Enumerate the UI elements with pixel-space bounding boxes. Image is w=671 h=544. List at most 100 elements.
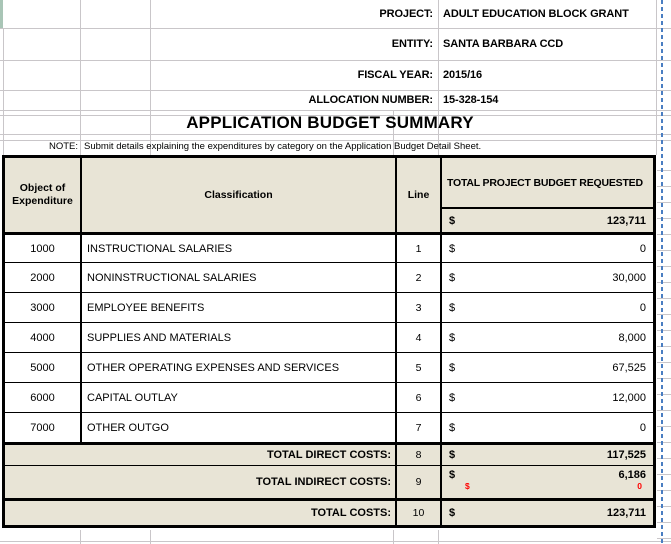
currency-symbol: $ [449,243,455,255]
line-number-cell: 6 [395,383,440,412]
amount-value: 8,000 [618,332,646,344]
table-row: 3000 EMPLOYEE BENEFITS 3 $ 0 [5,292,653,322]
classification-header: Classification [80,158,395,232]
table-row: 2000 NONINSTRUCTIONAL SALARIES 2 $ 30,00… [5,262,653,292]
object-header-line2: Expenditure [12,195,73,208]
total-indirect-costs-amount-cell[interactable]: $ 6,186 $ 0 [440,466,653,498]
classification-cell[interactable]: INSTRUCTIONAL SALARIES [80,235,395,262]
line-number-cell: 9 [395,466,440,498]
red-check-value: 0 [637,481,642,491]
table-row: 5000 OTHER OPERATING EXPENSES AND SERVIC… [5,352,653,382]
object-code-cell[interactable]: 2000 [5,263,80,292]
object-of-expenditure-header: Object of Expenditure [5,158,80,232]
field-row-entity: ENTITY: SANTA BARBARA CCD [0,28,660,60]
total-indirect-costs-row: TOTAL INDIRECT COSTS: 9 $ 6,186 $ 0 [5,465,653,498]
line-number-cell: 3 [395,293,440,322]
gridline [80,530,81,544]
amount-value: 0 [640,243,646,255]
page-title: APPLICATION BUDGET SUMMARY [186,113,474,133]
object-code-cell[interactable]: 5000 [5,353,80,382]
currency-symbol: $ [449,362,455,374]
note-text: Submit details explaining the expenditur… [84,141,481,152]
currency-symbol: $ [449,422,455,434]
amount-value: 117,525 [607,449,646,461]
note-row: NOTE: Submit details explaining the expe… [0,139,660,154]
table-row: 1000 INSTRUCTIONAL SALARIES 1 $ 0 [5,232,653,262]
project-value-cell[interactable]: ADULT EDUCATION BLOCK GRANT [438,8,629,20]
amount-value: 67,525 [612,362,646,374]
classification-cell[interactable]: NONINSTRUCTIONAL SALARIES [80,263,395,292]
object-code-cell[interactable]: 1000 [5,235,80,262]
currency-symbol: $ [449,302,455,314]
budget-summary-table: Object of Expenditure Classification Lin… [2,155,656,528]
object-code-cell[interactable]: 7000 [5,413,80,442]
amount-value: 6,186 [618,469,646,481]
budget-grand-total-cell[interactable]: $ 123,711 [442,207,653,232]
gridline [438,530,439,544]
total-costs-label: TOTAL COSTS: [5,501,395,525]
line-number-cell: 7 [395,413,440,442]
amount-cell[interactable]: $ 12,000 [440,383,653,412]
line-number-cell: 10 [395,501,440,525]
total-indirect-costs-label: TOTAL INDIRECT COSTS: [5,466,395,498]
total-costs-row: TOTAL COSTS: 10 $ 123,711 [5,498,653,525]
project-label: PROJECT: [0,8,438,20]
budget-grand-total-amount: 123,711 [607,215,646,227]
total-direct-costs-label: TOTAL DIRECT COSTS: [5,445,395,465]
entity-value-cell[interactable]: SANTA BARBARA CCD [438,38,563,50]
gridline [0,541,671,542]
line-number-cell: 5 [395,353,440,382]
table-row: 4000 SUPPLIES AND MATERIALS 4 $ 8,000 [5,322,653,352]
currency-symbol: $ [449,469,455,481]
table-header-row: Object of Expenditure Classification Lin… [5,158,653,232]
total-direct-costs-row: TOTAL DIRECT COSTS: 8 $ 117,525 [5,442,653,465]
classification-cell[interactable]: SUPPLIES AND MATERIALS [80,323,395,352]
currency-symbol: $ [449,272,455,284]
fiscal-year-label: FISCAL YEAR: [0,69,438,81]
field-row-allocation-number: ALLOCATION NUMBER: 15-328-154 [0,90,660,110]
object-header-line1: Object of [20,182,66,195]
allocation-number-value-cell[interactable]: 15-328-154 [438,94,498,106]
classification-cell[interactable]: CAPITAL OUTLAY [80,383,395,412]
line-number-cell: 8 [395,445,440,465]
budget-requested-header: TOTAL PROJECT BUDGET REQUESTED $ 123,711 [440,158,653,232]
line-number-cell: 4 [395,323,440,352]
table-row: 6000 CAPITAL OUTLAY 6 $ 12,000 [5,382,653,412]
fiscal-year-value-cell[interactable]: 2015/16 [438,69,482,81]
amount-cell[interactable]: $ 8,000 [440,323,653,352]
amount-cell[interactable]: $ 0 [440,235,653,262]
classification-cell[interactable]: OTHER OPERATING EXPENSES AND SERVICES [80,353,395,382]
currency-symbol: $ [449,215,455,227]
line-number-cell: 2 [395,263,440,292]
amount-value: 0 [640,422,646,434]
spreadsheet-canvas: PROJECT: ADULT EDUCATION BLOCK GRANT ENT… [0,0,671,544]
total-direct-costs-amount-cell[interactable]: $ 117,525 [440,445,653,465]
object-code-cell[interactable]: 3000 [5,293,80,322]
classification-cell[interactable]: EMPLOYEE BENEFITS [80,293,395,322]
amount-value: 30,000 [612,272,646,284]
budget-requested-header-label: TOTAL PROJECT BUDGET REQUESTED [442,158,653,207]
amount-value: 12,000 [612,392,646,404]
page-break-indicator [661,0,663,544]
object-code-cell[interactable]: 4000 [5,323,80,352]
right-margin-gridlines [657,155,671,541]
amount-cell[interactable]: $ 67,525 [440,353,653,382]
red-currency-symbol: $ [465,481,470,491]
note-label: NOTE: [0,141,78,152]
allocation-number-label: ALLOCATION NUMBER: [0,94,438,106]
indirect-check-subrow: $ 0 [442,481,653,494]
amount-value: 123,711 [607,507,646,519]
object-code-cell[interactable]: 6000 [5,383,80,412]
field-row-project: PROJECT: ADULT EDUCATION BLOCK GRANT [0,0,660,28]
entity-label: ENTITY: [0,38,438,50]
total-costs-amount-cell[interactable]: $ 123,711 [440,501,653,525]
currency-symbol: $ [449,392,455,404]
currency-symbol: $ [449,507,455,519]
currency-symbol: $ [449,332,455,344]
classification-cell[interactable]: OTHER OUTGO [80,413,395,442]
line-number-cell: 1 [395,235,440,262]
amount-cell[interactable]: $ 0 [440,413,653,442]
page-title-row: APPLICATION BUDGET SUMMARY [0,111,660,135]
amount-cell[interactable]: $ 0 [440,293,653,322]
amount-cell[interactable]: $ 30,000 [440,263,653,292]
